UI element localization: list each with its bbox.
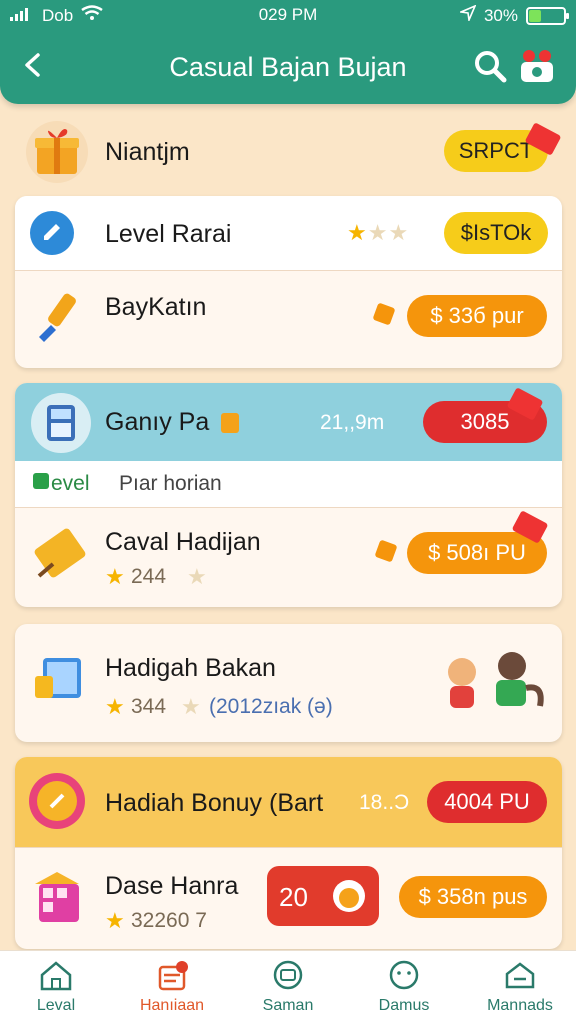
gift-button[interactable] — [518, 48, 554, 84]
counter-badge[interactable]: 20 — [267, 866, 379, 926]
rating-text: 344 — [131, 695, 167, 718]
rating-stars: ★ — [105, 694, 126, 719]
card-hadigah: Hadigah Bakan ★ 344 ★ (2012zıak (ə) — [15, 624, 562, 742]
list-item: evel Pıar horian — [15, 461, 562, 507]
card-level: Level Rarai ★★★ $IsTOk BayKatın $ 33б pu… — [15, 196, 562, 368]
badge-icon — [25, 769, 89, 833]
rating-text: 32260 7 — [131, 909, 207, 932]
nav-item-mannads[interactable]: Mannads — [470, 959, 570, 1015]
calculator-icon — [29, 391, 93, 455]
search-icon — [475, 51, 507, 83]
rating-stars: ★ — [105, 908, 126, 933]
list-item[interactable]: Niantjm SRPCT — [15, 116, 562, 188]
rating-star-empty: ★ — [187, 564, 208, 589]
list-item[interactable]: Level Rarai ★★★ $IsTOk — [15, 196, 562, 270]
face-icon — [389, 960, 419, 990]
badge-icon — [221, 413, 239, 433]
coin-icon — [374, 539, 398, 563]
counter-value: 20 — [279, 882, 308, 912]
action-pill[interactable]: 4004 PU — [427, 781, 547, 823]
status-bar: Dob 029 PM 30% — [0, 0, 576, 30]
rating-text: 244 — [131, 565, 167, 588]
list-item[interactable]: Caval Hadijan ★ 244 ★ $ 508ı PU — [15, 507, 562, 607]
action-pill[interactable]: $ 358n pus — [399, 876, 547, 918]
list-item[interactable]: Dase Hanra ★ 32260 7 20 $ 358n pus — [15, 847, 562, 949]
search-button[interactable] — [472, 48, 508, 84]
row-label: Niantjm — [105, 138, 190, 166]
brush-icon — [29, 285, 93, 349]
list-item[interactable]: Hadigah Bakan ★ 344 ★ (2012zıak (ə) — [15, 624, 562, 742]
battery-icon — [526, 6, 569, 25]
row-extra: (2012zıak (ə) — [209, 695, 333, 718]
action-pill[interactable]: $ 508ı PU — [407, 532, 547, 574]
bottom-nav: Leval Hanıiaan Saman Damus Mannads — [0, 950, 576, 1024]
mascot-image — [440, 648, 550, 720]
row-value: 21,,9m — [320, 411, 385, 434]
face-badge-icon — [333, 880, 365, 912]
nav-item-damus[interactable]: Damus — [354, 959, 454, 1015]
row-label: Ganıy Pa — [105, 408, 210, 436]
gift-box-icon — [25, 120, 89, 184]
battery-percent: 30% — [483, 5, 518, 25]
house-icon — [40, 961, 72, 991]
action-pill[interactable]: $ 33б pur — [407, 295, 547, 337]
card-ganiy: Ganıy Pa 21,,9m 3085 evel Pıar horian Ca… — [15, 383, 562, 607]
rating-stars: ★★★ — [347, 220, 410, 245]
list-item[interactable]: Hadiah Bonuy (Bart 18..Ɔ 4004 PU — [15, 757, 562, 847]
list-item[interactable]: BayKatın $ 33б pur — [15, 270, 562, 368]
edit-icon — [29, 210, 75, 256]
nav-item-leval[interactable]: Leval — [6, 959, 106, 1015]
gift-icon — [521, 50, 553, 82]
row-value: 18..Ɔ — [359, 791, 410, 814]
nav-item-haniiaan[interactable]: Hanıiaan — [122, 959, 222, 1015]
nav-item-saman[interactable]: Saman — [238, 959, 338, 1015]
nav-label: Hanıiaan — [139, 997, 205, 1014]
rating-stars: ★ — [105, 564, 126, 589]
card-hadiah: Hadiah Bonuy (Bart 18..Ɔ 4004 PU Dase Ha… — [15, 757, 562, 949]
coin-icon — [372, 302, 396, 326]
row-prefix: evel — [51, 472, 90, 495]
row-label: Dase Hanra — [105, 872, 239, 900]
nav-label: Damus — [378, 997, 430, 1014]
chart-icon — [29, 648, 93, 712]
check-icon — [33, 473, 49, 489]
row-label: Level Rarai — [105, 220, 232, 248]
location-icon — [458, 4, 477, 26]
app-header: Dob 029 PM 30% Casual Bajan Bujan — [0, 0, 576, 104]
row-label: Pıar horian — [119, 472, 222, 495]
nav-label: Mannads — [487, 997, 553, 1014]
nav-label: Leval — [36, 997, 76, 1014]
gift-box-pink-icon — [29, 866, 93, 930]
ticket-icon — [29, 522, 93, 586]
list-item[interactable]: Ganıy Pa 21,,9m 3085 — [15, 383, 562, 461]
rating-star-empty: ★ — [181, 694, 202, 719]
wallet-icon — [273, 960, 303, 990]
row-label: BayKatın — [105, 293, 207, 321]
row-label: Caval Hadijan — [105, 528, 261, 556]
action-pill[interactable]: $IsTOk — [444, 212, 548, 254]
row-label: Hadigah Bakan — [105, 654, 276, 682]
row-label: Hadiah Bonuy (Bart — [105, 789, 324, 817]
nav-label: Saman — [262, 997, 314, 1014]
store-icon — [158, 961, 188, 991]
home-alt-icon — [505, 962, 535, 989]
